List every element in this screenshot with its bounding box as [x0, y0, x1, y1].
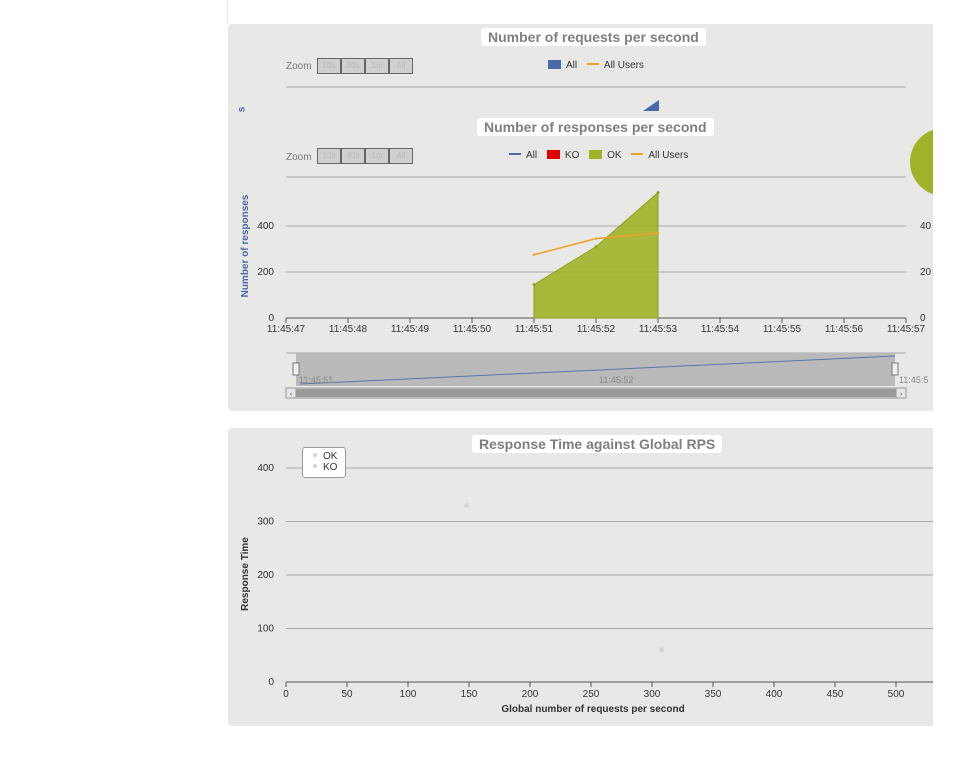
legend-box-icon [546, 150, 560, 159]
x-tick-label: 11:45:55 [763, 324, 802, 335]
scatter-point-ok [464, 502, 470, 508]
legend-box-icon [548, 60, 561, 69]
scatter-point-ok [659, 647, 665, 653]
responses-zoom-all-button[interactable]: All [389, 148, 413, 164]
divider-line [227, 0, 228, 24]
x-tick-label: 11:45:50 [453, 324, 492, 335]
ok-area-point [656, 191, 660, 195]
y-tick-label: 0 [268, 677, 274, 688]
y-tick-label: 400 [257, 221, 274, 232]
navigator-label: 11:45:52 [599, 375, 633, 385]
legend-label: KO [564, 150, 580, 161]
responses-zoom-1m-button[interactable]: 1m [365, 148, 389, 164]
responses-legend: All KO OK All Users [509, 150, 695, 161]
x-tick-label: 400 [766, 689, 783, 700]
requests-axis-label-fragment: s [236, 106, 248, 113]
x-tick-label: 350 [705, 689, 722, 700]
y-tick-label: 0 [268, 313, 274, 324]
x-tick-label: 11:45:57 [887, 324, 926, 335]
y-tick-label: 300 [257, 517, 274, 528]
x-tick-label: 11:45:49 [391, 324, 430, 335]
legend-line-icon [631, 153, 644, 155]
x-tick-label: 500 [888, 689, 905, 700]
y-axis-title: Response Time [240, 537, 251, 611]
x-tick-label: 100 [400, 689, 417, 700]
ok-area-series [533, 191, 659, 319]
navigator-left-handle [292, 362, 300, 376]
scatter-legend: OK KO [302, 447, 346, 478]
responses-legend-all[interactable]: All [509, 150, 537, 161]
x-tick-label: 150 [461, 689, 478, 700]
x-tick-label: 11:45:51 [515, 324, 554, 335]
navigator-scrollbar-thumb [296, 389, 896, 397]
legend-label: All [526, 150, 538, 161]
responses-chart-title: Number of responses per second [477, 118, 714, 136]
responses-zoom-label: Zoom [286, 152, 312, 163]
requests-zoom-30s-button[interactable]: 30s [341, 58, 365, 74]
x-tick-label: 50 [341, 689, 353, 700]
legend-label: KO [323, 462, 338, 473]
y-tick-label: 200 [257, 570, 274, 581]
legend-label: OK [607, 150, 622, 161]
requests-legend-all-users[interactable]: All Users [586, 60, 644, 71]
navigator-label: 11:45:5 [899, 375, 928, 385]
y-tick-label: 400 [257, 463, 274, 474]
requests-series-fragment [643, 100, 659, 111]
x-tick-label: 450 [827, 689, 844, 700]
navigator-selected-range [296, 353, 895, 386]
x-tick-label: 250 [583, 689, 600, 700]
legend-label: All Users [648, 150, 689, 161]
requests-zoom-label: Zoom [286, 61, 312, 72]
legend-box-icon [589, 150, 603, 159]
x-tick-label: 11:45:48 [329, 324, 368, 335]
right-y-tick-label: 0 [920, 313, 926, 324]
ok-area-point [532, 283, 536, 287]
responses-legend-ok[interactable]: OK [589, 150, 622, 161]
x-tick-label: 11:45:54 [701, 324, 740, 335]
scatter-legend-ko[interactable]: KO [313, 462, 337, 473]
scatter-chart-title: Response Time against Global RPS [472, 435, 723, 453]
ok-area-point [594, 245, 598, 249]
legend-label: All Users [603, 60, 644, 71]
y-axis-title: Number of responses [240, 194, 251, 297]
requests-legend-all[interactable]: All [548, 60, 577, 71]
x-tick-label: 11:45:47 [267, 324, 306, 335]
pie-chart-fragment [910, 129, 933, 195]
responses-legend-ko[interactable]: KO [546, 150, 580, 161]
x-tick-label: 0 [283, 689, 289, 700]
navigator-label: 11:45:51 [299, 375, 333, 385]
all-users-point [594, 237, 598, 240]
legend-label: All [566, 60, 578, 71]
x-tick-label: 300 [644, 689, 661, 700]
x-tick-label: 11:45:56 [825, 324, 864, 335]
responses-chart-svg: 0 200 400 0 20 40 11:45:47 11:45:48 11:45:49 11:4… [240, 86, 933, 399]
x-axis-title: Global number of requests per second [501, 704, 684, 715]
x-tick-label: 11:45:53 [639, 324, 678, 335]
all-users-point [656, 231, 660, 235]
responses-zoom-30s-button[interactable]: 30s [341, 148, 365, 164]
requests-zoom-10s-button[interactable]: 10s [317, 58, 341, 74]
y-tick-label: 100 [257, 624, 274, 635]
right-y-tick-label: 20 [920, 267, 932, 278]
navigator-right-handle [891, 362, 899, 376]
legend-dot-icon [313, 464, 317, 468]
legend-line-icon [509, 153, 521, 155]
responses-zoom-10s-button[interactable]: 10s [317, 148, 341, 164]
requests-chart-title: Number of requests per second [481, 28, 706, 46]
all-users-point [532, 253, 536, 256]
responses-chart-panel: 0 200 400 0 20 40 11:45:47 11:45:48 11:45:49 11:4… [228, 24, 933, 411]
legend-label: OK [323, 451, 338, 462]
x-tick-label: 200 [522, 689, 539, 700]
responses-legend-all-users[interactable]: All Users [631, 150, 688, 161]
y-tick-label: 200 [257, 267, 274, 278]
legend-dot-icon [313, 453, 317, 457]
requests-zoom-all-button[interactable]: All [389, 58, 413, 74]
x-tick-label: 11:45:52 [577, 324, 616, 335]
requests-zoom-1m-button[interactable]: 1m [365, 58, 389, 74]
requests-legend: All All Users [548, 60, 651, 71]
scatter-legend-ok[interactable]: OK [313, 451, 337, 462]
legend-line-icon [586, 63, 599, 65]
right-y-tick-label: 40 [920, 221, 932, 232]
